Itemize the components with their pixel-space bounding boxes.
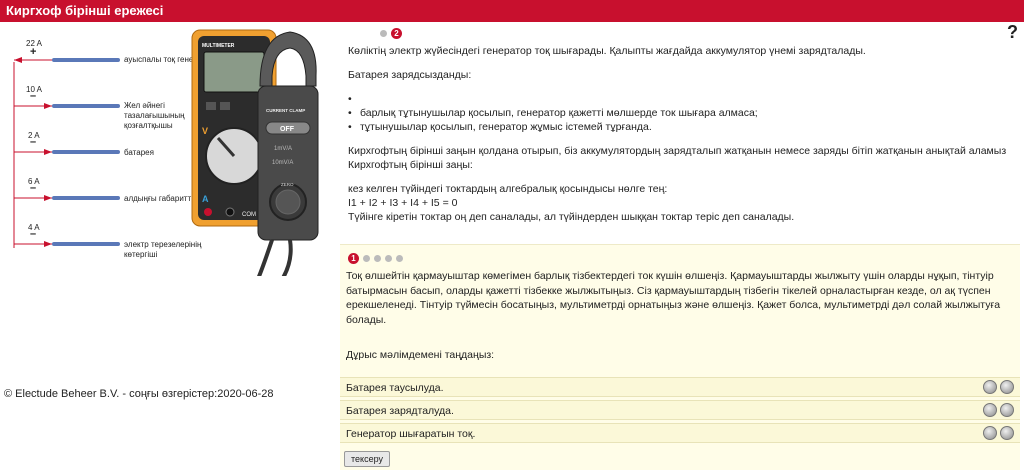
question-dot-current[interactable]: 1: [348, 253, 359, 264]
radio-true[interactable]: [983, 380, 997, 394]
radio-true[interactable]: [983, 426, 997, 440]
radio-false[interactable]: [1000, 426, 1014, 440]
radio-false[interactable]: [1000, 403, 1014, 417]
info-paragraph-3: Кирхгофтың бірінші заңын қолдана отырып,…: [348, 145, 1007, 171]
content-panel: 2 ? Көліктің электр жүйесіндегі генерато…: [340, 22, 1024, 472]
info-bullet-list: барлық тұтынушылар қосылып, генератор қа…: [348, 92, 1008, 134]
answer-option-1[interactable]: Батарея таусылуда.: [340, 377, 1020, 397]
info-bullet: [348, 92, 1008, 106]
question-pager: 1: [348, 253, 403, 264]
question-dot[interactable]: [396, 255, 403, 262]
range-10mv: 10mV/A: [272, 160, 293, 166]
answer-radios: [983, 426, 1014, 440]
branch-2-sign: –: [30, 90, 37, 102]
simulation-panel: 22 A + 10 A – 2 A – 6 A – 4 A – ауыспалы…: [0, 22, 340, 472]
lcd-display: [203, 51, 265, 93]
question-dot[interactable]: [374, 255, 381, 262]
help-icon[interactable]: ?: [1007, 22, 1018, 43]
multimeter-brand: MULTIMETER: [202, 43, 235, 49]
amp-mode-label: A: [202, 194, 209, 204]
info-paragraph-1: Көліктің электр жүйесіндегі генератор то…: [348, 45, 866, 57]
branch-3[interactable]: [14, 149, 120, 155]
info-bullet: барлық тұтынушылар қосылып, генератор қа…: [348, 106, 1008, 120]
range-1mv: 1mV/A: [274, 146, 292, 152]
branch-3-sign: –: [30, 136, 37, 148]
branch-3-label: батарея: [124, 148, 154, 157]
question-dot[interactable]: [363, 255, 370, 262]
branch-4-sign: –: [30, 182, 37, 194]
off-button[interactable]: OFF: [280, 126, 295, 133]
answer-radios: [983, 380, 1014, 394]
answer-option-3[interactable]: Генератор шығаратын тоқ.: [340, 423, 1020, 443]
step-pager: 2: [380, 28, 402, 39]
window-title: Киргхоф бірінші ережесі: [6, 3, 164, 18]
answer-label: Генератор шығаратын тоқ.: [346, 428, 476, 440]
answer-label: Батарея таусылуда.: [346, 382, 444, 394]
branch-4-label: алдыңғы габаритті: [124, 194, 193, 203]
branch-2[interactable]: [14, 103, 120, 109]
info-paragraph-2: Батарея зарядсызданды:: [348, 69, 472, 81]
question-prompt: Дұрыс мәлімдемені таңдаңыз:: [346, 349, 495, 361]
info-text: Көліктің электр жүйесіндегі генератор то…: [348, 44, 1008, 224]
info-bullet: тұтынушылар қосылып, генератор жұмыс іст…: [348, 120, 1008, 134]
law-formula: I1 + I2 + I3 + I4 + I5 = 0: [348, 197, 458, 209]
com-jack-label: COM: [242, 212, 256, 218]
branch-1-sign: +: [30, 46, 37, 58]
answer-label: Батарея зарядталуда.: [346, 405, 454, 417]
check-button[interactable]: тексеру: [344, 451, 390, 467]
step-dot[interactable]: [380, 30, 387, 37]
radio-true[interactable]: [983, 403, 997, 417]
branch-5[interactable]: [14, 241, 120, 247]
multimeter[interactable]: MULTIMETER V A COM CURRENT CLAMP OFF 1mV…: [190, 26, 320, 276]
volt-mode-label: V: [202, 126, 208, 136]
branch-2-label: Жел әйнегі тазалағышының қозғалтқышы: [124, 101, 185, 130]
answer-option-2[interactable]: Батарея зарядталуда.: [340, 400, 1020, 420]
clamp-title: CURRENT CLAMP: [266, 108, 305, 113]
branch-4[interactable]: [14, 195, 120, 201]
copyright: © Electude Beheer B.V. - соңғы өзгерісте…: [4, 388, 274, 400]
law-sign-convention: Түйінге кіретін токтар оң деп саналады, …: [348, 211, 795, 223]
radio-false[interactable]: [1000, 380, 1014, 394]
step-dot-current[interactable]: 2: [391, 28, 402, 39]
question-dot[interactable]: [385, 255, 392, 262]
question-box: 1 Тоқ өлшейтін қармауыштар көмегімен бар…: [340, 244, 1020, 470]
law-statement: кез келген түйіндегі токтардың алгебралы…: [348, 183, 668, 195]
title-bar: Киргхоф бірінші ережесі: [0, 0, 1024, 22]
info-paragraph-4: кез келген түйіндегі токтардың алгебралы…: [348, 182, 1008, 224]
question-text: Тоқ өлшейтін қармауыштар көмегімен барлы…: [346, 270, 1001, 326]
branch-5-sign: –: [30, 228, 37, 240]
answer-radios: [983, 403, 1014, 417]
zero-label: ZERO: [281, 182, 294, 187]
branch-1-label: ауыспалы тоқ генер: [124, 55, 198, 64]
